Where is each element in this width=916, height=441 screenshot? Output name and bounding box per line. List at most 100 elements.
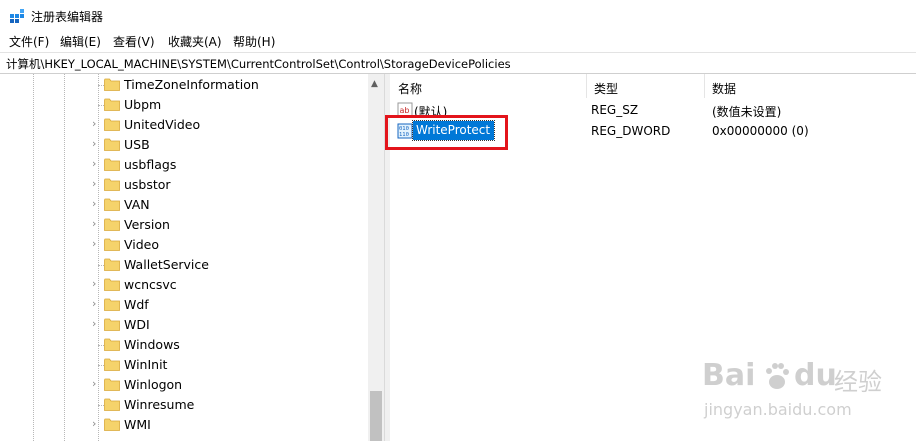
watermark-brand: Bai bbox=[702, 358, 756, 393]
paw-icon bbox=[766, 363, 789, 389]
value-data: (数值未设置) bbox=[712, 105, 782, 119]
folder-icon bbox=[104, 278, 120, 291]
value-type: REG_SZ bbox=[591, 103, 639, 117]
folder-icon bbox=[104, 338, 120, 351]
tree-item[interactable]: › UnitedVideo bbox=[90, 115, 370, 135]
folder-icon bbox=[104, 418, 120, 431]
scroll-thumb[interactable] bbox=[370, 391, 382, 441]
menu-view[interactable]: 查看(V) bbox=[113, 33, 155, 50]
tree-item-label: Wdf bbox=[124, 297, 149, 312]
column-name-label: 名称 bbox=[398, 82, 423, 96]
tree-item-label: WMI bbox=[124, 417, 151, 432]
expand-arrow-icon[interactable]: › bbox=[92, 177, 96, 190]
expand-arrow-icon[interactable]: › bbox=[92, 317, 96, 330]
folder-icon bbox=[104, 158, 120, 171]
tree-item-label: usbstor bbox=[124, 177, 171, 192]
folder-icon bbox=[104, 78, 120, 91]
tree-item[interactable]: › WMI bbox=[90, 415, 370, 435]
column-header-name[interactable]: 名称 bbox=[390, 74, 587, 98]
scroll-up-arrow-icon[interactable]: ▲ bbox=[371, 79, 378, 89]
column-type-label: 类型 bbox=[594, 82, 619, 96]
folder-icon bbox=[104, 398, 120, 411]
window-title: 注册表编辑器 bbox=[31, 10, 104, 24]
expand-arrow-icon[interactable]: › bbox=[92, 217, 96, 230]
address-bar[interactable]: 计算机\HKEY_LOCAL_MACHINE\SYSTEM\CurrentCon… bbox=[0, 52, 916, 74]
tree-item[interactable]: › VAN bbox=[90, 195, 370, 215]
expand-arrow-icon[interactable]: › bbox=[92, 417, 96, 430]
tree-item[interactable]: Winresume bbox=[90, 395, 370, 415]
tree-item[interactable]: Windows bbox=[90, 335, 370, 355]
tree-scrollbar[interactable]: ▲ bbox=[368, 74, 384, 441]
tree-item-label: Ubpm bbox=[124, 97, 162, 112]
tree-item[interactable]: WinInit bbox=[90, 355, 370, 375]
menu-file[interactable]: 文件(F) bbox=[9, 33, 49, 50]
tree-item[interactable]: › usbstor bbox=[90, 175, 370, 195]
folder-icon bbox=[104, 378, 120, 391]
folder-icon bbox=[104, 98, 120, 111]
tree-item[interactable]: › Wdf bbox=[90, 295, 370, 315]
value-data: 0x00000000 (0) bbox=[712, 124, 809, 138]
title-bar: 注册表编辑器 bbox=[0, 0, 916, 31]
tree-item[interactable]: › WDI bbox=[90, 315, 370, 335]
menu-edit[interactable]: 编辑(E) bbox=[60, 33, 101, 50]
tree-item-label: Version bbox=[124, 217, 170, 232]
folder-icon bbox=[104, 258, 120, 271]
tree-item[interactable]: Ubpm bbox=[90, 95, 370, 115]
folder-icon bbox=[104, 118, 120, 131]
column-data-label: 数据 bbox=[712, 82, 737, 96]
tree-item-label: UnitedVideo bbox=[124, 117, 201, 132]
folder-icon bbox=[104, 198, 120, 211]
tree-item-label: Winresume bbox=[124, 397, 195, 412]
watermark-cn: 经验 bbox=[834, 368, 882, 396]
tree-item[interactable]: TimeZoneInformation bbox=[90, 75, 370, 95]
watermark-url: jingyan.baidu.com bbox=[704, 400, 852, 419]
tree-item[interactable]: › wcncsvc bbox=[90, 275, 370, 295]
tree-item-label: Video bbox=[124, 237, 160, 252]
tree-item[interactable]: › usbflags bbox=[90, 155, 370, 175]
folder-icon bbox=[104, 218, 120, 231]
tree-item-label: TimeZoneInformation bbox=[124, 77, 259, 92]
svg-text:ab: ab bbox=[400, 106, 410, 115]
expand-arrow-icon[interactable]: › bbox=[92, 377, 96, 390]
tree-item[interactable]: › Version bbox=[90, 215, 370, 235]
column-header-type[interactable]: 类型 bbox=[586, 74, 705, 98]
tree-item[interactable]: WalletService bbox=[90, 255, 370, 275]
tree-item[interactable]: › Video bbox=[90, 235, 370, 255]
annotation-highlight-box bbox=[385, 115, 508, 150]
expand-arrow-icon[interactable]: › bbox=[92, 277, 96, 290]
folder-icon bbox=[104, 358, 120, 371]
tree-item-label: Winlogon bbox=[124, 377, 183, 392]
tree-item-label: Windows bbox=[124, 337, 180, 352]
tree-item[interactable]: › Winlogon bbox=[90, 375, 370, 395]
folder-icon bbox=[104, 138, 120, 151]
tree-item-label: WinInit bbox=[124, 357, 168, 372]
expand-arrow-icon[interactable]: › bbox=[92, 157, 96, 170]
menu-favorites[interactable]: 收藏夹(A) bbox=[168, 33, 222, 50]
registry-tree[interactable]: TimeZoneInformation Ubpm › UnitedVideo › USB ›… bbox=[0, 74, 384, 441]
expand-arrow-icon[interactable]: › bbox=[92, 137, 96, 150]
folder-icon bbox=[104, 318, 120, 331]
expand-arrow-icon[interactable]: › bbox=[92, 197, 96, 210]
tree-item-label: WDI bbox=[124, 317, 150, 332]
address-path[interactable]: 计算机\HKEY_LOCAL_MACHINE\SYSTEM\CurrentCon… bbox=[6, 56, 511, 72]
folder-icon bbox=[104, 178, 120, 191]
regedit-icon bbox=[10, 9, 24, 23]
baidu-jingyan-watermark: Bai du 经验 jingyan.baidu.com bbox=[700, 358, 900, 428]
tree-item-label: WalletService bbox=[124, 257, 209, 272]
tree-item-label: VAN bbox=[124, 197, 150, 212]
tree-item[interactable]: › USB bbox=[90, 135, 370, 155]
tree-item-label: usbflags bbox=[124, 157, 177, 172]
tree-item-label: USB bbox=[124, 137, 150, 152]
expand-arrow-icon[interactable]: › bbox=[92, 237, 96, 250]
menu-help[interactable]: 帮助(H) bbox=[233, 33, 275, 50]
expand-arrow-icon[interactable]: › bbox=[92, 117, 96, 130]
value-type: REG_DWORD bbox=[591, 124, 671, 138]
folder-icon bbox=[104, 238, 120, 251]
menu-bar: 文件(F) 编辑(E) 查看(V) 收藏夹(A) 帮助(H) bbox=[0, 31, 916, 51]
folder-icon bbox=[104, 298, 120, 311]
tree-guide-line bbox=[33, 74, 34, 441]
column-header-data[interactable]: 数据 bbox=[704, 74, 916, 98]
tree-guide-line bbox=[64, 74, 65, 441]
tree-item-label: wcncsvc bbox=[124, 277, 177, 292]
expand-arrow-icon[interactable]: › bbox=[92, 297, 96, 310]
